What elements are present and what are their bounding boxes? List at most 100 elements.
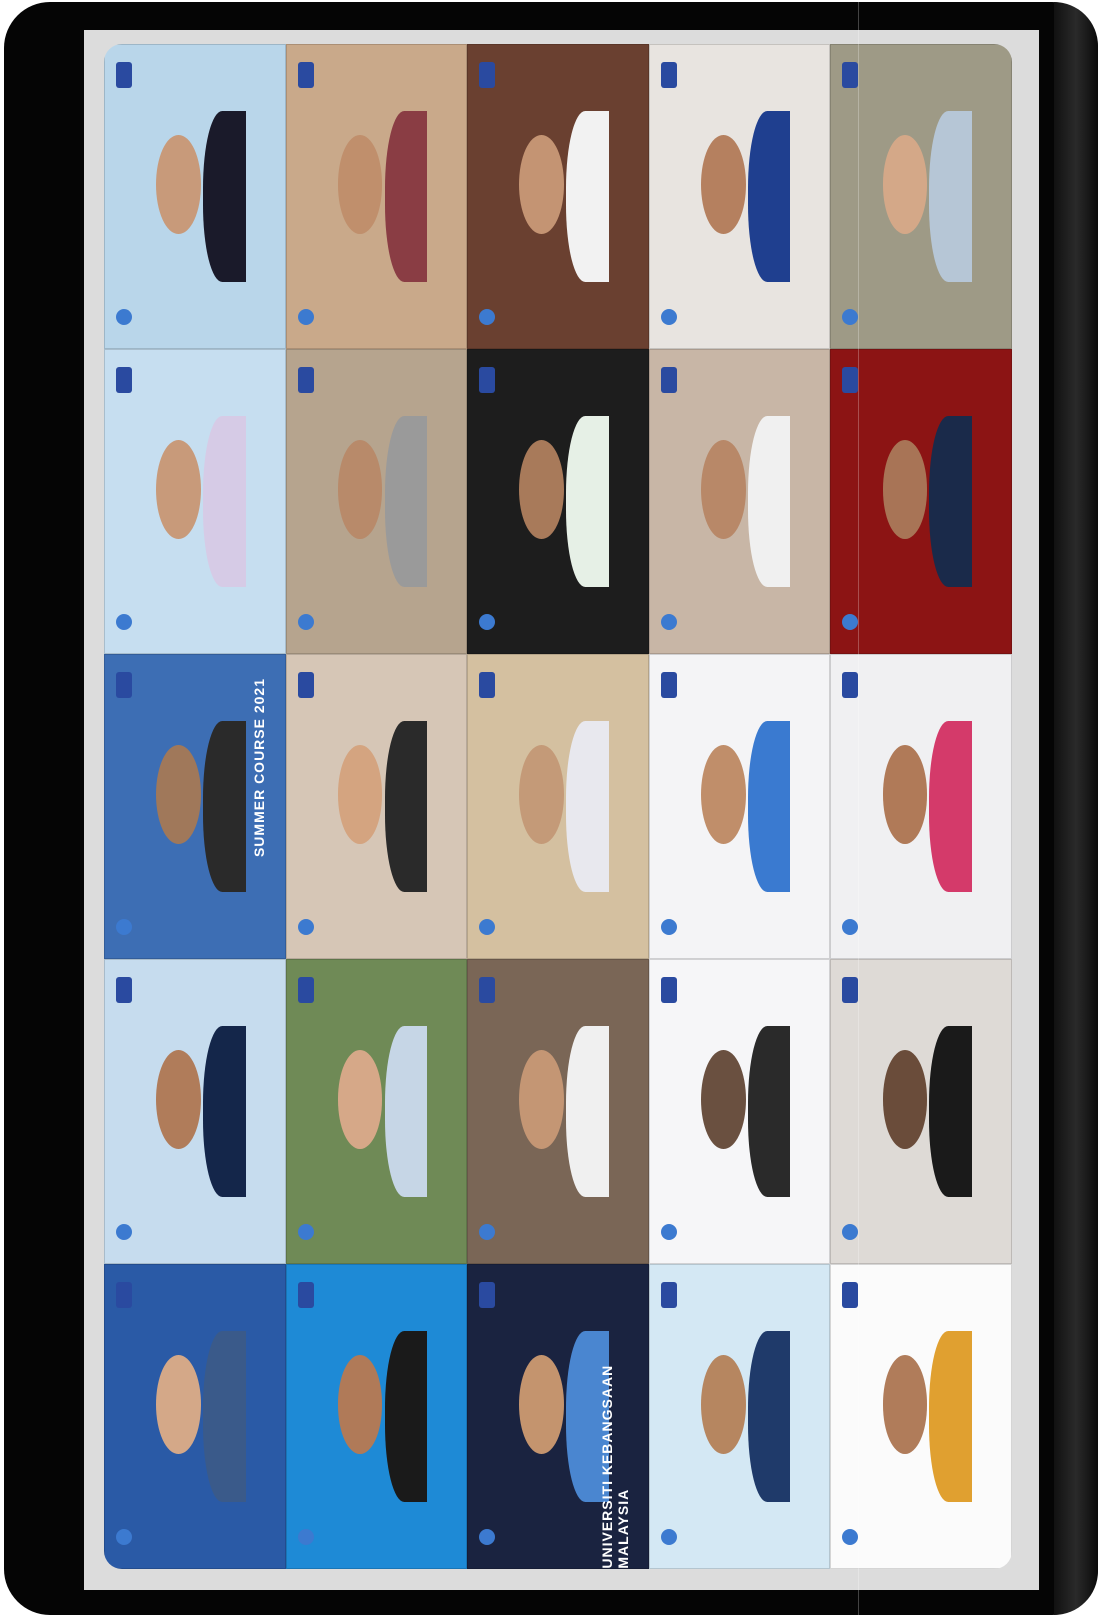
participant-video-tile[interactable]: UNIVERSITI KEBANGSAAN MALAYSIA <box>467 1264 649 1569</box>
badge-icon <box>115 918 132 935</box>
participant-body <box>747 416 791 587</box>
watermark-logos <box>115 1282 133 1545</box>
participant-face <box>337 135 383 235</box>
badge-icon <box>660 308 677 325</box>
participant-body <box>929 111 973 282</box>
watermark-logos <box>660 367 678 630</box>
institution-logo-icon <box>115 672 132 699</box>
participant-face <box>156 745 201 845</box>
participant-video <box>507 1026 609 1197</box>
institution-logo-icon <box>297 1282 314 1309</box>
participant-video-grid: SUMMER COURSE 2021 UNIVERSITI KEBANGSAAN … <box>104 44 1012 1569</box>
institution-logo-icon <box>660 1282 677 1309</box>
participant-body <box>929 721 973 892</box>
badge-icon <box>479 613 496 630</box>
participant-video <box>689 1026 791 1197</box>
participant-body <box>929 416 973 587</box>
watermark-logos <box>478 672 496 935</box>
badge-icon <box>842 1528 859 1545</box>
watermark-logos <box>478 367 496 630</box>
participant-video-tile[interactable] <box>467 959 649 1264</box>
tablet-frame: SUMMER COURSE 2021 UNIVERSITI KEBANGSAAN … <box>4 2 1098 1615</box>
participant-video-tile[interactable] <box>285 1264 468 1569</box>
participant-body <box>202 721 246 892</box>
participant-body <box>384 1331 428 1502</box>
participant-face <box>700 1355 746 1455</box>
participant-video <box>870 111 973 282</box>
participant-video-tile[interactable] <box>648 44 831 349</box>
participant-video-tile[interactable] <box>648 959 831 1264</box>
badge-icon <box>297 918 314 935</box>
participant-body <box>747 1331 791 1502</box>
watermark-logos <box>841 367 859 630</box>
screen-glare-line <box>858 0 859 1619</box>
participant-face <box>700 440 746 540</box>
participant-video <box>326 1026 428 1197</box>
watermark-logos <box>115 977 133 1240</box>
participant-face <box>337 1050 383 1150</box>
badge-icon <box>842 1223 859 1240</box>
participant-body <box>566 721 609 892</box>
institution-logo-icon <box>115 977 132 1004</box>
participant-video-tile[interactable] <box>467 349 649 654</box>
participant-video-tile[interactable] <box>104 44 286 349</box>
participant-body <box>566 416 609 587</box>
participant-video <box>507 721 609 892</box>
participant-video-tile[interactable] <box>648 654 831 959</box>
watermark-logos <box>478 977 496 1240</box>
participant-video-tile[interactable] <box>104 959 286 1264</box>
participant-video-tile[interactable] <box>467 44 649 349</box>
badge-icon <box>479 308 496 325</box>
participant-body <box>747 1026 791 1197</box>
participant-video-tile[interactable] <box>285 654 468 959</box>
participant-body <box>929 1026 973 1197</box>
participant-video <box>144 721 246 892</box>
badge-icon <box>660 1528 677 1545</box>
watermark-logos <box>115 672 133 935</box>
participant-video <box>144 1026 246 1197</box>
participant-body <box>566 111 609 282</box>
institution-logo-icon <box>115 1282 132 1309</box>
participant-body <box>384 111 428 282</box>
watermark-logos <box>841 672 859 935</box>
participant-body <box>566 1026 609 1197</box>
participant-body <box>202 416 246 587</box>
badge-icon <box>297 613 314 630</box>
participant-face <box>700 135 746 235</box>
participant-body <box>202 1331 246 1502</box>
participant-video <box>689 1331 791 1502</box>
participant-body <box>747 721 791 892</box>
participant-video <box>144 416 246 587</box>
participant-face <box>519 745 565 845</box>
participant-video-tile[interactable] <box>285 349 468 654</box>
watermark-logos <box>660 1282 678 1545</box>
participant-video-tile[interactable] <box>648 349 831 654</box>
participant-video-tile[interactable] <box>467 654 649 959</box>
participant-video-tile[interactable] <box>285 959 468 1264</box>
participant-face <box>519 1355 565 1455</box>
watermark-logos <box>296 672 314 935</box>
participant-video-tile[interactable] <box>104 349 286 654</box>
institution-logo-icon <box>660 977 677 1004</box>
badge-icon <box>297 308 314 325</box>
participant-video-tile[interactable]: SUMMER COURSE 2021 <box>104 654 286 959</box>
participant-body <box>747 111 791 282</box>
institution-logo-icon <box>660 672 677 699</box>
institution-logo-icon <box>660 62 677 89</box>
watermark-logos <box>660 977 678 1240</box>
participant-video-tile[interactable] <box>648 1264 831 1569</box>
participant-video-tile[interactable] <box>285 44 468 349</box>
participant-video <box>507 416 609 587</box>
participant-video-tile[interactable] <box>104 1264 286 1569</box>
participant-face <box>882 745 928 845</box>
watermark-logos <box>296 977 314 1240</box>
virtual-background-caption: UNIVERSITI KEBANGSAAN MALAYSIA <box>598 1365 631 1569</box>
institution-logo-icon <box>842 977 859 1004</box>
participant-face <box>156 1355 201 1455</box>
participant-face <box>519 135 565 235</box>
participant-face <box>337 1355 383 1455</box>
participant-video <box>870 1331 973 1502</box>
badge-icon <box>842 613 859 630</box>
institution-logo-icon <box>842 672 859 699</box>
participant-body <box>384 721 428 892</box>
